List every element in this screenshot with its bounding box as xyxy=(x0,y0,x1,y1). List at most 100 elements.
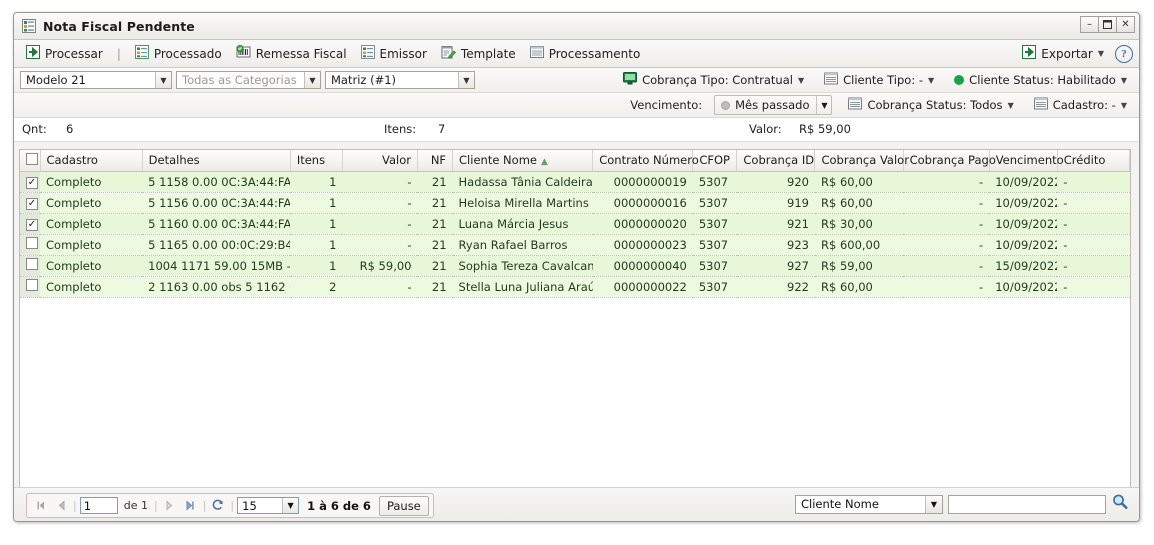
row-select-cell[interactable] xyxy=(20,234,41,256)
row-select-cell[interactable]: ✓ xyxy=(20,213,41,235)
page-number-input[interactable]: 1 xyxy=(79,497,118,514)
grey-dot-icon xyxy=(721,100,731,110)
cliente-tipo-filter[interactable]: Cliente Tipo: - ▼ xyxy=(820,70,938,90)
summary-bar: Qnt: 6 Itens: 7 Valor: R$ 59,00 xyxy=(14,118,1139,142)
help-icon[interactable]: ? xyxy=(1115,44,1133,63)
vencimento-cell: 15/09/2022 xyxy=(989,255,1058,277)
column-header-vencimento[interactable]: Vencimento xyxy=(989,150,1064,172)
modelo-select[interactable]: Modelo 21 ▼ xyxy=(20,71,172,89)
column-header-detalhes[interactable]: Detalhes xyxy=(142,150,291,172)
categorias-select[interactable]: Todas as Categorias ▼ xyxy=(176,71,321,89)
row-select-cell[interactable]: ✓ xyxy=(20,192,41,214)
row-select-cell[interactable] xyxy=(20,255,41,277)
exportar-button[interactable]: Exportar ▼ xyxy=(1015,42,1111,65)
template-label: Template xyxy=(460,46,516,61)
vencimento-cell: 10/09/2022 xyxy=(989,276,1058,298)
cobranca-status-filter[interactable]: Cobrança Status: Todos ▼ xyxy=(844,95,1017,115)
valor-cell: - xyxy=(342,192,418,214)
row-checkbox[interactable]: ✓ xyxy=(26,218,38,231)
qnt-label: Qnt: xyxy=(22,122,47,136)
vencimento-value: Mês passado xyxy=(735,98,810,112)
cobranca-id-cell: 927 xyxy=(736,255,815,277)
grid-header-row: Cadastro Detalhes Itens Valor NF Cliente… xyxy=(20,150,1130,172)
status-dot-icon xyxy=(954,75,965,85)
row-checkbox[interactable]: ✓ xyxy=(26,197,38,210)
contrato-numero-cell: 0000000040 xyxy=(592,255,693,277)
cliente-status-filter[interactable]: Cliente Status: Habilitado ▼ xyxy=(950,71,1131,89)
column-header-nf[interactable]: NF xyxy=(417,150,454,172)
first-page-button[interactable] xyxy=(31,497,49,515)
matriz-select[interactable]: Matriz (#1) ▼ xyxy=(325,71,475,89)
processado-button[interactable]: Processado xyxy=(128,42,229,65)
remessa-fiscal-button[interactable]: Remessa Fiscal xyxy=(229,42,354,65)
row-checkbox[interactable] xyxy=(26,279,38,291)
prev-page-button[interactable] xyxy=(52,497,70,515)
cobranca-valor-cell: R$ 30,00 xyxy=(814,213,904,235)
page-total-label: de 1 xyxy=(123,499,148,512)
table-row[interactable]: ✓ Completo 5 1160 0.00 0C:3A:44:FA... 1-21 L… xyxy=(20,213,1130,235)
last-page-button[interactable] xyxy=(182,497,200,515)
list-green-icon xyxy=(134,45,149,62)
column-header-valor[interactable]: Valor xyxy=(342,150,418,172)
cliente-nome-cell: Heloisa Mirella Martins xyxy=(452,192,593,214)
chevron-down-icon: ▼ xyxy=(1097,49,1104,58)
valor-cell: - xyxy=(342,213,418,235)
row-select-cell[interactable]: ✓ xyxy=(20,171,41,193)
page-size-select[interactable]: 15 ▼ xyxy=(237,497,300,514)
chevron-down-icon: ▼ xyxy=(797,75,805,85)
column-header-cadastro[interactable]: Cadastro xyxy=(40,150,143,172)
window-title: Nota Fiscal Pendente xyxy=(43,18,195,34)
column-header-cobranca-valor[interactable]: Cobrança Valor xyxy=(814,150,909,172)
search-field-select[interactable]: Cliente Nome ▼ xyxy=(795,494,943,514)
column-header-credito[interactable]: Crédito xyxy=(1057,150,1130,172)
column-header-cobranca-id[interactable]: Cobrança ID xyxy=(736,150,816,172)
row-checkbox[interactable] xyxy=(26,237,38,249)
column-header-contrato-numero[interactable]: Contrato Número xyxy=(592,150,699,172)
processamento-label: Processamento xyxy=(548,46,641,61)
pause-button[interactable]: Pause xyxy=(378,495,429,516)
maximize-button[interactable] xyxy=(1098,16,1117,33)
emissor-button[interactable]: Emissor xyxy=(354,42,434,65)
chevron-down-icon: ▼ xyxy=(458,72,474,88)
chevron-down-icon[interactable]: ▼ xyxy=(816,96,831,114)
row-checkbox[interactable]: ✓ xyxy=(26,176,38,189)
cobranca-valor-cell: R$ 600,00 xyxy=(814,234,904,256)
minimize-button[interactable]: – xyxy=(1080,16,1099,33)
search-input[interactable] xyxy=(948,494,1106,514)
cobranca-tipo-filter[interactable]: Cobrança Tipo: Contratual ▼ xyxy=(619,70,808,90)
vencimento-filter[interactable]: Mês passado ▼ xyxy=(714,95,833,115)
template-button[interactable]: Template xyxy=(434,42,523,65)
column-header-itens[interactable]: Itens xyxy=(290,150,343,172)
export-arrow-icon xyxy=(26,45,40,62)
row-checkbox[interactable] xyxy=(26,258,38,270)
column-header-cobranca-pago[interactable]: Cobrança Pago xyxy=(903,150,996,172)
vencimento-cell: 10/09/2022 xyxy=(989,192,1058,214)
processamento-button[interactable]: Processamento xyxy=(523,42,648,65)
refresh-button[interactable] xyxy=(209,497,227,515)
row-select-cell[interactable] xyxy=(20,276,41,298)
close-button[interactable]: ✕ xyxy=(1116,16,1135,33)
table-row[interactable]: ✓ Completo 5 1158 0.00 0C:3A:44:FA... 1-21 H… xyxy=(20,171,1130,193)
cliente-nome-cell: Ryan Rafael Barros xyxy=(452,234,593,256)
cliente-tipo-label: Cliente Tipo: - xyxy=(843,73,924,87)
select-all-header[interactable] xyxy=(20,150,41,172)
next-page-button[interactable] xyxy=(161,497,179,515)
processar-button[interactable]: Processar xyxy=(19,42,110,65)
grid-body: ✓ Completo 5 1158 0.00 0C:3A:44:FA... 1-21 H… xyxy=(20,171,1130,298)
column-header-cfop[interactable]: CFOP xyxy=(692,150,738,172)
table-row[interactable]: Completo 1004 1171 59.00 15MB - ... 1 R$ 59… xyxy=(20,255,1130,277)
table-row[interactable]: ✓ Completo 5 1156 0.00 0C:3A:44:FA... 1-21 H… xyxy=(20,192,1130,214)
cfop-cell: 5307 xyxy=(692,213,737,235)
select-all-checkbox[interactable] xyxy=(26,152,38,165)
cliente-nome-cell: Luana Márcia Jesus xyxy=(452,213,593,235)
column-header-cliente-nome[interactable]: Cliente Nome ▲ xyxy=(452,150,594,172)
table-row[interactable]: Completo 5 1165 0.00 00:0C:29:B4... 1-21 Ry… xyxy=(20,234,1130,256)
search-icon[interactable] xyxy=(1111,493,1129,515)
pager-separator: | xyxy=(153,499,158,512)
itens-cell: 1 xyxy=(290,213,343,235)
table-row[interactable]: Completo2 1163 0.00 obs 5 1162 0...2-21S… xyxy=(20,276,1130,298)
itens-cell: 1 xyxy=(290,192,343,214)
cadastro-filter-label: Cadastro: - xyxy=(1052,98,1116,112)
credito-cell: - xyxy=(1057,213,1130,235)
cadastro-filter[interactable]: Cadastro: - ▼ xyxy=(1030,95,1131,115)
